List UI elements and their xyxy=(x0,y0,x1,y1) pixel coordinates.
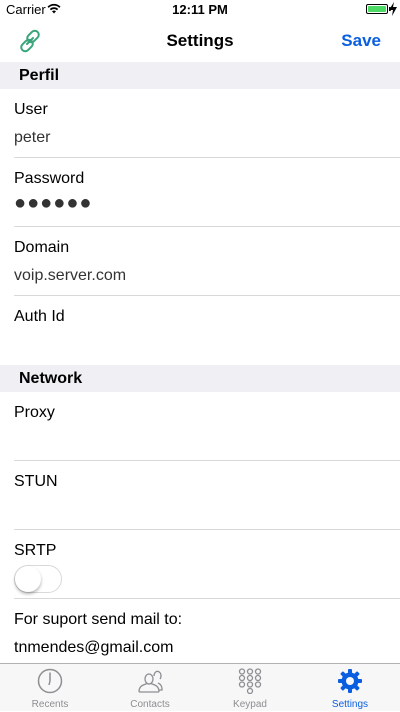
support-info: For suport send mail to: tnmendes@gmail.… xyxy=(0,599,400,659)
proxy-label: Proxy xyxy=(14,404,55,421)
tab-label: Keypad xyxy=(233,699,267,710)
support-email[interactable]: tnmendes@gmail.com xyxy=(14,639,173,657)
srtp-toggle[interactable] xyxy=(14,565,62,593)
tab-keypad[interactable]: Keypad xyxy=(200,664,300,712)
user-field[interactable]: User peter xyxy=(0,89,400,158)
password-label: Password xyxy=(14,170,85,187)
section-header-network: Network xyxy=(0,365,400,392)
srtp-field: SRTP xyxy=(0,530,400,599)
clock-icon xyxy=(37,668,63,694)
page-title: Settings xyxy=(166,31,234,50)
gear-icon xyxy=(338,669,362,693)
charging-icon xyxy=(389,2,397,16)
domain-input[interactable]: voip.server.com xyxy=(14,267,126,285)
section-header-perfil: Perfil xyxy=(0,62,400,89)
tab-label: Settings xyxy=(331,699,369,710)
status-bar: Carrier 12:11 PM xyxy=(0,0,400,20)
proxy-field[interactable]: Proxy xyxy=(0,392,400,461)
battery-icon xyxy=(366,4,391,14)
tab-recents[interactable]: Recents xyxy=(0,664,100,712)
settings-list: Perfil User peter Password ●●●●●● Domain… xyxy=(0,62,400,659)
auth-id-field[interactable]: Auth Id xyxy=(0,296,400,365)
domain-field[interactable]: Domain voip.server.com xyxy=(0,227,400,296)
domain-label: Domain xyxy=(14,239,70,256)
tab-label: Contacts xyxy=(130,699,170,710)
support-label: For suport send mail to: xyxy=(14,611,183,628)
tab-contacts[interactable]: Contacts xyxy=(100,664,200,712)
stun-label: STUN xyxy=(14,473,58,490)
srtp-label: SRTP xyxy=(14,542,57,559)
user-input[interactable]: peter xyxy=(14,129,50,147)
password-field[interactable]: Password ●●●●●● xyxy=(0,158,400,227)
keypad-icon xyxy=(238,668,262,694)
tab-label: Recents xyxy=(31,699,69,710)
user-label: User xyxy=(14,101,48,118)
auth-id-label: Auth Id xyxy=(14,308,65,325)
toggle-knob xyxy=(15,566,41,592)
navigation-bar: Settings Save xyxy=(0,20,400,62)
contacts-icon xyxy=(138,670,163,693)
tab-bar: Recents Contacts Keypad Settings xyxy=(0,663,400,711)
password-input[interactable]: ●●●●●● xyxy=(14,192,92,215)
tab-settings[interactable]: Settings xyxy=(300,664,400,712)
save-button[interactable]: Save xyxy=(341,31,381,51)
status-time: 12:11 PM xyxy=(172,2,228,17)
stun-field[interactable]: STUN xyxy=(0,461,400,530)
